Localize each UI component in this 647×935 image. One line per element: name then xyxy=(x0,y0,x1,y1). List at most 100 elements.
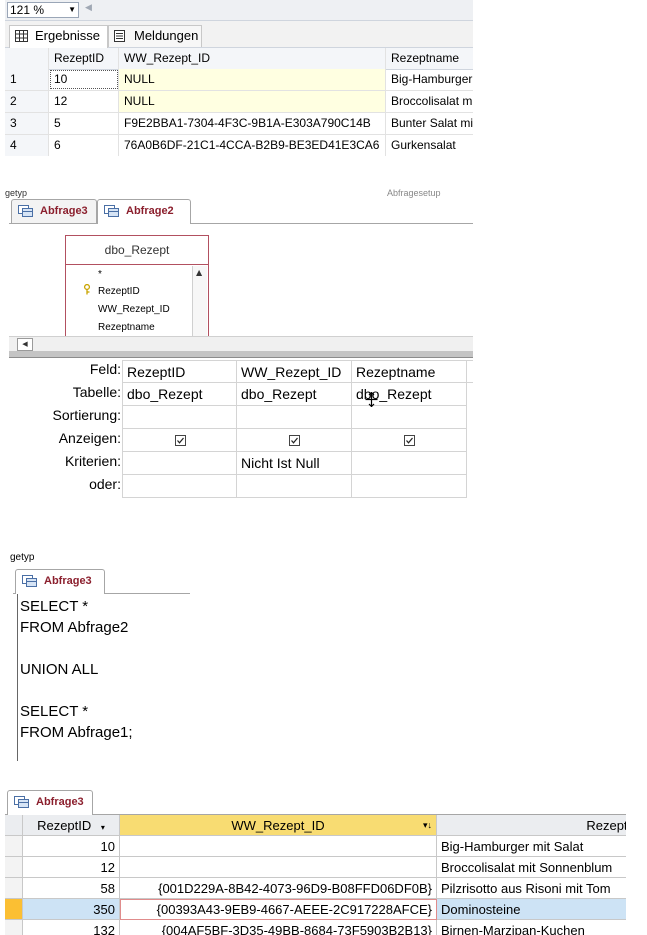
cell-rezeptname[interactable]: Broccolisalat m xyxy=(386,91,473,112)
field-list-scrollbar[interactable]: ▲ xyxy=(192,266,207,336)
table-cell[interactable]: dbo_Rezept xyxy=(122,383,237,406)
table-row[interactable]: 58 {001D229A-8B42-4073-96D9-B08FFD06DF0B… xyxy=(5,878,626,899)
cell-rezeptname[interactable]: Pilzrisotto aus Risoni mit Tom xyxy=(437,878,626,899)
field-item-rezeptname[interactable]: Rezeptname xyxy=(98,322,155,333)
select-all-corner[interactable] xyxy=(5,815,23,836)
table-row[interactable]: 10 Big-Hamburger mit Salat xyxy=(5,836,626,857)
scroll-left-icon[interactable]: ◀ xyxy=(85,3,92,13)
cell-rezeptid[interactable]: 6 xyxy=(49,135,119,156)
scroll-left-icon[interactable]: ◀ xyxy=(17,338,33,351)
table-row-current[interactable]: 350 {00393A43-9EB9-4667-AEEE-2C917228AFC… xyxy=(5,899,626,920)
cell-ww-rezept-id[interactable]: 76A0B6DF-21C1-4CCA-B2B9-BE3ED41E3CA6 xyxy=(119,135,386,156)
scroll-up-icon[interactable]: ▲ xyxy=(196,268,202,277)
column-header-rezeptname[interactable]: Rezeptna xyxy=(437,815,626,836)
results-toolbar: 121 % ▼ ◀ xyxy=(5,0,473,21)
tab-abfrage3[interactable]: Abfrage3 xyxy=(15,569,105,594)
show-checkbox[interactable] xyxy=(175,435,186,446)
table-row[interactable]: 4 6 76A0B6DF-21C1-4CCA-B2B9-BE3ED41E3CA6… xyxy=(5,135,473,156)
chevron-down-icon[interactable]: ▼ xyxy=(68,3,76,17)
cell-ww-rezept-id[interactable] xyxy=(120,836,437,857)
cell-ww-rezept-id[interactable]: F9E2BBA1-7304-4F3C-9B1A-E303A790C14B xyxy=(119,113,386,134)
field-item-ww-rezept-id[interactable]: WW_Rezept_ID xyxy=(98,304,170,315)
empty-column[interactable] xyxy=(467,360,473,383)
table-cell[interactable]: dbo_Rezept xyxy=(237,383,352,406)
criteria-cell[interactable] xyxy=(122,452,237,475)
column-header[interactable]: WW_Rezept_ID xyxy=(119,48,386,69)
tab-label: Ergebnisse xyxy=(35,28,101,43)
column-header[interactable]: Rezeptname xyxy=(386,48,473,69)
sort-cell[interactable] xyxy=(237,406,352,429)
pane-splitter[interactable] xyxy=(9,351,473,358)
sort-descending-icon[interactable]: ▾↓ xyxy=(423,815,432,835)
field-cell[interactable]: WW_Rezept_ID xyxy=(237,360,352,383)
or-cell[interactable] xyxy=(352,475,467,498)
tab-abfrage2[interactable]: Abfrage2 xyxy=(97,199,191,224)
tab-abfrage3[interactable]: Abfrage3 xyxy=(7,790,93,815)
column-header-rezeptid[interactable]: RezeptID ▾ xyxy=(23,815,120,836)
horizontal-scrollbar[interactable]: ◀ xyxy=(9,336,473,352)
cell-rezeptid[interactable]: 10 xyxy=(23,836,120,857)
column-header-label: WW_Rezept_ID xyxy=(231,818,325,833)
query-icon xyxy=(18,205,33,217)
column-header-ww-rezept-id[interactable]: WW_Rezept_ID ▾↓ xyxy=(120,815,437,836)
cell-rezeptname[interactable]: Broccolisalat mit Sonnenblum xyxy=(437,857,626,878)
zoom-value: 121 % xyxy=(10,3,45,17)
or-cell[interactable] xyxy=(122,475,237,498)
record-selector[interactable] xyxy=(5,878,23,899)
criteria-cell[interactable]: Nicht Ist Null xyxy=(237,452,352,475)
record-selector[interactable] xyxy=(5,920,23,935)
zoom-dropdown[interactable]: 121 % ▼ xyxy=(7,2,79,18)
field-cell[interactable]: RezeptID xyxy=(122,360,237,383)
row-number-header[interactable] xyxy=(5,48,49,69)
table-field-list[interactable]: dbo_Rezept * RezeptID WW_Rezept_ID Rezep… xyxy=(65,235,209,337)
field-item-all[interactable]: * xyxy=(98,269,102,280)
cell-rezeptname[interactable]: Big-Hamburger xyxy=(386,69,473,90)
cell-rezeptname[interactable]: Birnen-Marzipan-Kuchen xyxy=(437,920,626,935)
chevron-down-icon[interactable]: ▾ xyxy=(95,823,105,832)
cell-rezeptname[interactable]: Big-Hamburger mit Salat xyxy=(437,836,626,857)
cell-rezeptname[interactable]: Dominosteine xyxy=(437,899,626,920)
table-title[interactable]: dbo_Rezept xyxy=(66,236,208,265)
move-cursor-icon xyxy=(365,392,378,407)
record-selector[interactable] xyxy=(5,857,23,878)
table-row[interactable]: 3 5 F9E2BBA1-7304-4F3C-9B1A-E303A790C14B… xyxy=(5,113,473,135)
cell-rezeptid[interactable]: 12 xyxy=(23,857,120,878)
cell-ww-rezept-id[interactable]: {004AF5BF-3D35-49BB-8684-73F5903B2B13} xyxy=(120,920,437,935)
record-selector[interactable] xyxy=(5,836,23,857)
document-tabbar: Abfrage3 Abfrage2 xyxy=(9,199,473,224)
cell-rezeptid[interactable]: 58 xyxy=(23,878,120,899)
tab-meldungen[interactable]: Meldungen xyxy=(108,25,202,47)
tab-ergebnisse[interactable]: Ergebnisse xyxy=(9,25,108,48)
or-cell[interactable] xyxy=(237,475,352,498)
cell-rezeptid[interactable]: 132 xyxy=(23,920,120,935)
sql-editor[interactable]: SELECT * FROM Abfrage2 UNION ALL SELECT … xyxy=(17,594,190,761)
tab-label: Abfrage3 xyxy=(44,575,92,587)
grid-header: RezeptID ▾ WW_Rezept_ID ▾↓ Rezeptna xyxy=(5,815,626,836)
field-item-rezeptid[interactable]: RezeptID xyxy=(98,286,140,297)
cell-ww-rezept-id[interactable]: {00393A43-9EB9-4667-AEEE-2C917228AFCE} xyxy=(120,899,437,920)
cell-ww-rezept-id[interactable]: NULL xyxy=(119,91,386,112)
table-row[interactable]: 2 12 NULL Broccolisalat m xyxy=(5,91,473,113)
cell-rezeptname[interactable]: Gurkensalat xyxy=(386,135,473,156)
column-header[interactable]: RezeptID xyxy=(49,48,119,69)
show-checkbox[interactable] xyxy=(404,435,415,446)
table-row[interactable]: 132 {004AF5BF-3D35-49BB-8684-73F5903B2B1… xyxy=(5,920,626,935)
cell-rezeptname[interactable]: Bunter Salat mi xyxy=(386,113,473,134)
cell-rezeptid[interactable]: 10 xyxy=(49,69,119,90)
table-row[interactable]: 1 10 NULL Big-Hamburger xyxy=(5,69,473,91)
sort-cell[interactable] xyxy=(352,406,467,429)
cell-rezeptid[interactable]: 12 xyxy=(49,91,119,112)
cell-ww-rezept-id[interactable]: {001D229A-8B42-4073-96D9-B08FFD06DF0B} xyxy=(120,878,437,899)
criteria-cell[interactable] xyxy=(352,452,467,475)
cell-rezeptid[interactable]: 5 xyxy=(49,113,119,134)
tab-abfrage3[interactable]: Abfrage3 xyxy=(11,199,97,223)
show-checkbox[interactable] xyxy=(289,435,300,446)
sort-cell[interactable] xyxy=(122,406,237,429)
row-label-kriterien: Kriterien: xyxy=(64,453,121,469)
cell-ww-rezept-id[interactable] xyxy=(120,857,437,878)
cell-rezeptid[interactable]: 350 xyxy=(23,899,120,920)
cell-ww-rezept-id[interactable]: NULL xyxy=(119,69,386,90)
field-cell[interactable]: Rezeptname xyxy=(352,360,467,383)
table-row[interactable]: 12 Broccolisalat mit Sonnenblum xyxy=(5,857,626,878)
record-selector[interactable] xyxy=(5,899,23,920)
